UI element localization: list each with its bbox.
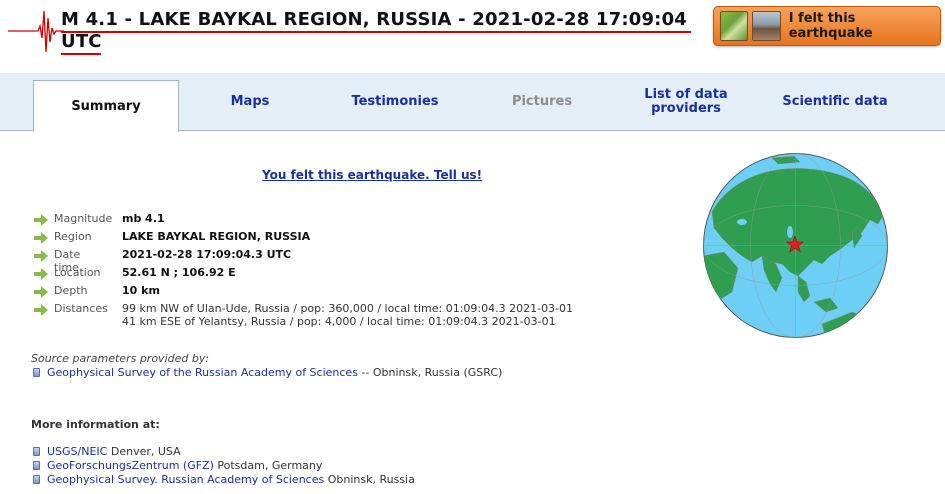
param-label: Location — [54, 266, 101, 279]
param-row-distances: Distances 99 km NW of Ulan-Ude, Russia /… — [34, 302, 573, 332]
param-label: Region — [54, 230, 92, 243]
tab-bar: Summary Maps Testimonies Pictures List o… — [0, 73, 945, 132]
param-row-region: Region LAKE BAYKAL REGION, RUSSIA — [34, 230, 310, 248]
link-suffix: Denver, USA — [107, 445, 181, 458]
page-header: M 4.1 - LAKE BAYKAL REGION, RUSSIA - 202… — [0, 0, 945, 62]
document-bullet-icon — [33, 447, 40, 456]
datetime-value: 2021-02-28 17:09:04.3 UTC — [122, 248, 292, 261]
link-gsras[interactable]: Geophysical Survey. Russian Academy of S… — [47, 473, 324, 486]
tab-testimonies[interactable]: Testimonies — [321, 73, 469, 131]
distances-value: 99 km NW of Ulan-Ude, Russia / pop: 360,… — [122, 302, 573, 328]
parameters-list: Magnitude mb 4.1 Region LAKE BAYKAL REGI… — [34, 212, 573, 332]
param-label: Distances — [54, 302, 108, 315]
felt-button-label: I felt this earthquake — [788, 11, 873, 41]
map-thumbnail-icon — [720, 11, 749, 41]
source-caption: Source parameters provided by: — [31, 352, 210, 365]
param-label: Depth — [54, 284, 88, 297]
tab-list-of-data-providers[interactable]: List of data providers — [615, 73, 757, 131]
title-underline-short — [61, 53, 101, 55]
distance-line-2: 41 km ESE of Yelantsy, Russia / pop: 4,0… — [122, 315, 556, 328]
more-info-item: Geophysical Survey. Russian Academy of S… — [33, 473, 415, 486]
source-row: Geophysical Survey of the Russian Academ… — [33, 366, 502, 379]
document-bullet-icon — [33, 475, 40, 484]
tab-pictures: Pictures — [511, 94, 573, 109]
tell-us-link[interactable]: You felt this earthquake. Tell us! — [262, 168, 482, 182]
source-suffix: -- Obninsk, Russia (GSRC) — [357, 366, 503, 379]
arrow-right-icon — [34, 250, 48, 262]
param-label: Magnitude — [54, 212, 113, 225]
source-link-gsrc[interactable]: Geophysical Survey of the Russian Academ… — [47, 366, 358, 379]
arrow-right-icon — [34, 286, 48, 298]
depth-value: 10 km — [122, 284, 160, 297]
i-felt-this-earthquake-button[interactable]: I felt this earthquake — [713, 6, 941, 46]
arrow-right-icon — [34, 232, 48, 244]
title-line-1: M 4.1 - LAKE BAYKAL REGION, RUSSIA - 202… — [61, 9, 688, 30]
more-info-heading: More information at: — [31, 418, 160, 431]
tab-scientific-data[interactable]: Scientific data — [757, 73, 913, 131]
tab-maps[interactable]: Maps — [179, 73, 321, 131]
param-row-depth: Depth 10 km — [34, 284, 160, 302]
title-line-2: UTC — [61, 31, 102, 52]
tab-summary[interactable]: Summary — [33, 80, 179, 132]
param-row-datetime: Date time 2021-02-28 17:09:04.3 UTC — [34, 248, 291, 274]
document-bullet-icon — [33, 368, 40, 377]
region-value: LAKE BAYKAL REGION, RUSSIA — [122, 230, 311, 243]
magnitude-value: mb 4.1 — [122, 212, 165, 225]
location-value: 52.61 N ; 106.92 E — [122, 266, 236, 279]
arrow-right-icon — [34, 214, 48, 226]
seismogram-icon — [8, 10, 64, 53]
epicenter-globe-map[interactable] — [702, 152, 889, 339]
damage-photo-thumbnail-icon — [752, 11, 781, 41]
document-bullet-icon — [33, 461, 40, 470]
distance-line-1: 99 km NW of Ulan-Ude, Russia / pop: 360,… — [122, 302, 574, 315]
link-suffix: Potsdam, Germany — [213, 459, 323, 472]
title-underline — [61, 31, 691, 33]
link-gfz[interactable]: GeoForschungsZentrum (GFZ) — [47, 459, 214, 472]
more-info-item: GeoForschungsZentrum (GFZ) Potsdam, Germ… — [33, 459, 322, 472]
param-row-magnitude: Magnitude mb 4.1 — [34, 212, 165, 230]
tab-list-of-data-providers-label: List of data providers — [644, 87, 728, 116]
link-usgs-neic[interactable]: USGS/NEIC — [47, 445, 107, 458]
arrow-right-icon — [34, 304, 48, 316]
param-row-location: Location 52.61 N ; 106.92 E — [34, 266, 236, 284]
link-suffix: Obninsk, Russia — [324, 473, 415, 486]
arrow-right-icon — [34, 268, 48, 280]
more-info-item: USGS/NEIC Denver, USA — [33, 445, 181, 458]
